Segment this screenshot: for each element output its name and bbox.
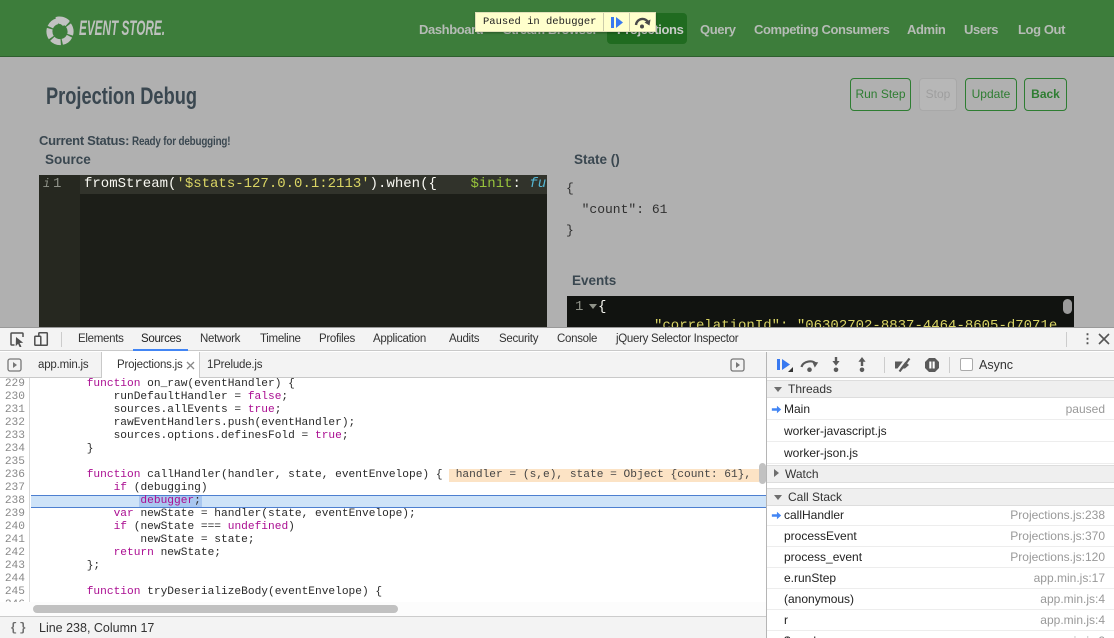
svg-text:EVENT STORE.: EVENT STORE. [79, 17, 165, 40]
